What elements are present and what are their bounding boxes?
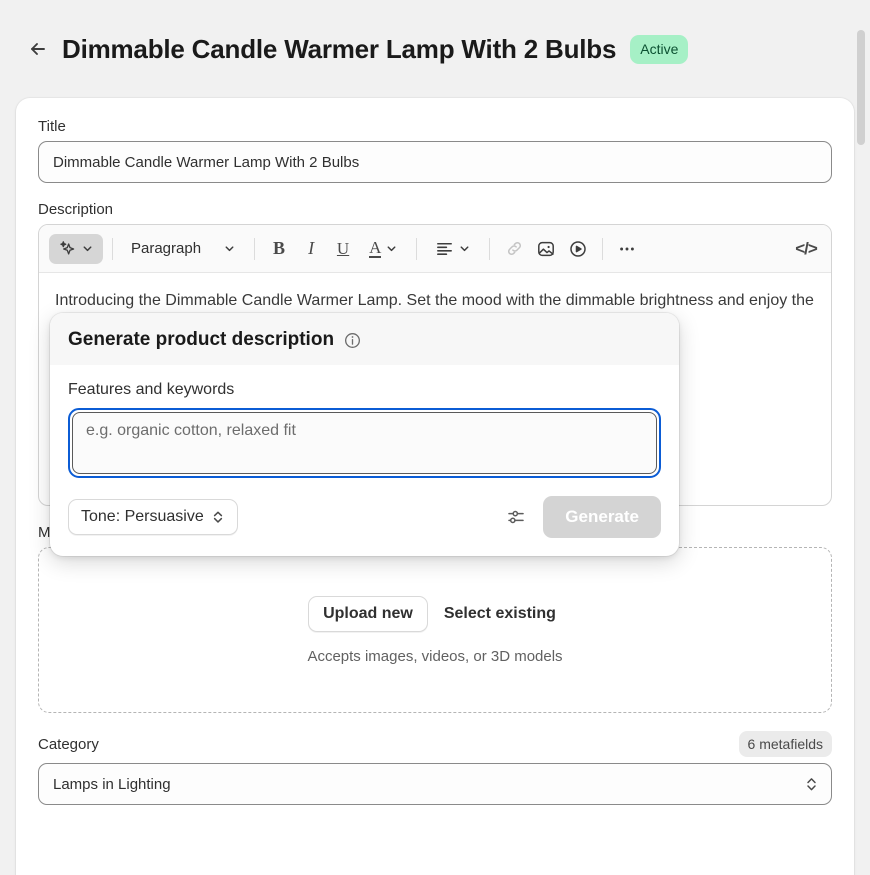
description-label: Description xyxy=(38,201,114,218)
ai-generate-popover: Generate product description Features an… xyxy=(50,313,679,556)
link-button[interactable] xyxy=(499,234,529,264)
more-options-button[interactable] xyxy=(612,234,642,264)
underline-button[interactable]: U xyxy=(328,234,358,264)
tone-label: Tone: Persuasive xyxy=(81,508,204,525)
features-label: Features and keywords xyxy=(68,381,235,398)
page-scrollbar[interactable] xyxy=(857,0,868,875)
code-label: </> xyxy=(795,238,818,258)
metafields-badge[interactable]: 6 metafields xyxy=(738,731,832,757)
toolbar-divider xyxy=(254,237,256,260)
ai-popover-footer: Tone: Persuasive Generate xyxy=(50,484,679,556)
ellipsis-icon xyxy=(617,239,637,259)
paragraph-style-label: Paragraph xyxy=(131,240,202,257)
select-existing-button[interactable]: Select existing xyxy=(438,605,562,623)
code-view-button[interactable]: </> xyxy=(791,234,821,264)
category-value: Lamps in Lighting xyxy=(53,775,171,793)
ai-generate-toolbar-button[interactable] xyxy=(49,233,103,264)
page-header: Dimmable Candle Warmer Lamp With 2 Bulbs… xyxy=(0,0,870,98)
generation-settings-button[interactable] xyxy=(499,500,533,534)
status-badge: Active xyxy=(630,34,689,64)
toolbar-divider xyxy=(489,237,491,260)
ai-popover-header: Generate product description xyxy=(50,313,679,365)
insert-video-button[interactable] xyxy=(563,234,593,264)
media-hint: Accepts images, videos, or 3D models xyxy=(307,647,563,665)
chevron-down-icon xyxy=(458,242,471,255)
sparkle-icon xyxy=(58,239,77,258)
toolbar-divider xyxy=(112,237,113,260)
features-and-keywords-input[interactable] xyxy=(72,412,657,474)
image-icon xyxy=(536,239,556,259)
info-circle-icon[interactable] xyxy=(343,331,362,350)
features-input-focus-ring xyxy=(68,408,661,478)
title-input[interactable] xyxy=(38,141,832,183)
bold-button[interactable]: B xyxy=(264,234,294,264)
category-label: Category xyxy=(38,735,99,753)
toolbar-divider xyxy=(416,237,418,260)
ai-popover-title: Generate product description xyxy=(68,329,335,350)
chevron-up-down-icon xyxy=(211,508,225,526)
align-left-icon xyxy=(435,239,454,258)
media-dropzone[interactable]: Upload new Select existing Accepts image… xyxy=(38,547,832,713)
ai-popover-body: Features and keywords xyxy=(50,365,679,484)
toolbar-divider xyxy=(602,237,604,260)
underline-label: U xyxy=(336,238,350,258)
insert-image-button[interactable] xyxy=(531,234,561,264)
product-editor-page: Dimmable Candle Warmer Lamp With 2 Bulbs… xyxy=(0,0,870,875)
sliders-icon xyxy=(505,506,527,528)
chevron-down-icon xyxy=(81,242,94,255)
italic-label: I xyxy=(308,238,315,258)
upload-new-button[interactable]: Upload new xyxy=(308,595,428,632)
bold-label: B xyxy=(273,238,286,258)
align-button[interactable] xyxy=(426,234,480,264)
text-color-label: A xyxy=(369,237,382,259)
link-icon xyxy=(505,239,524,258)
tone-selector-button[interactable]: Tone: Persuasive xyxy=(68,499,238,535)
generate-button[interactable]: Generate xyxy=(543,496,661,538)
editor-toolbar: Paragraph B I U A </> xyxy=(39,225,831,273)
video-play-icon xyxy=(568,239,588,259)
scrollbar-thumb[interactable] xyxy=(857,30,865,145)
back-button[interactable] xyxy=(22,33,54,65)
category-header: Category 6 metafields xyxy=(38,731,832,757)
arrow-left-icon xyxy=(27,38,49,60)
paragraph-style-dropdown[interactable]: Paragraph xyxy=(122,234,245,264)
media-actions: Upload new Select existing xyxy=(308,595,562,632)
title-label: Title xyxy=(38,118,66,135)
text-color-button[interactable]: A xyxy=(360,234,407,264)
chevron-up-down-icon xyxy=(804,775,819,794)
page-title: Dimmable Candle Warmer Lamp With 2 Bulbs xyxy=(62,33,617,64)
chevron-down-icon xyxy=(385,242,398,255)
italic-button[interactable]: I xyxy=(296,234,326,264)
chevron-down-icon xyxy=(223,242,236,255)
category-select[interactable]: Lamps in Lighting xyxy=(38,763,832,805)
